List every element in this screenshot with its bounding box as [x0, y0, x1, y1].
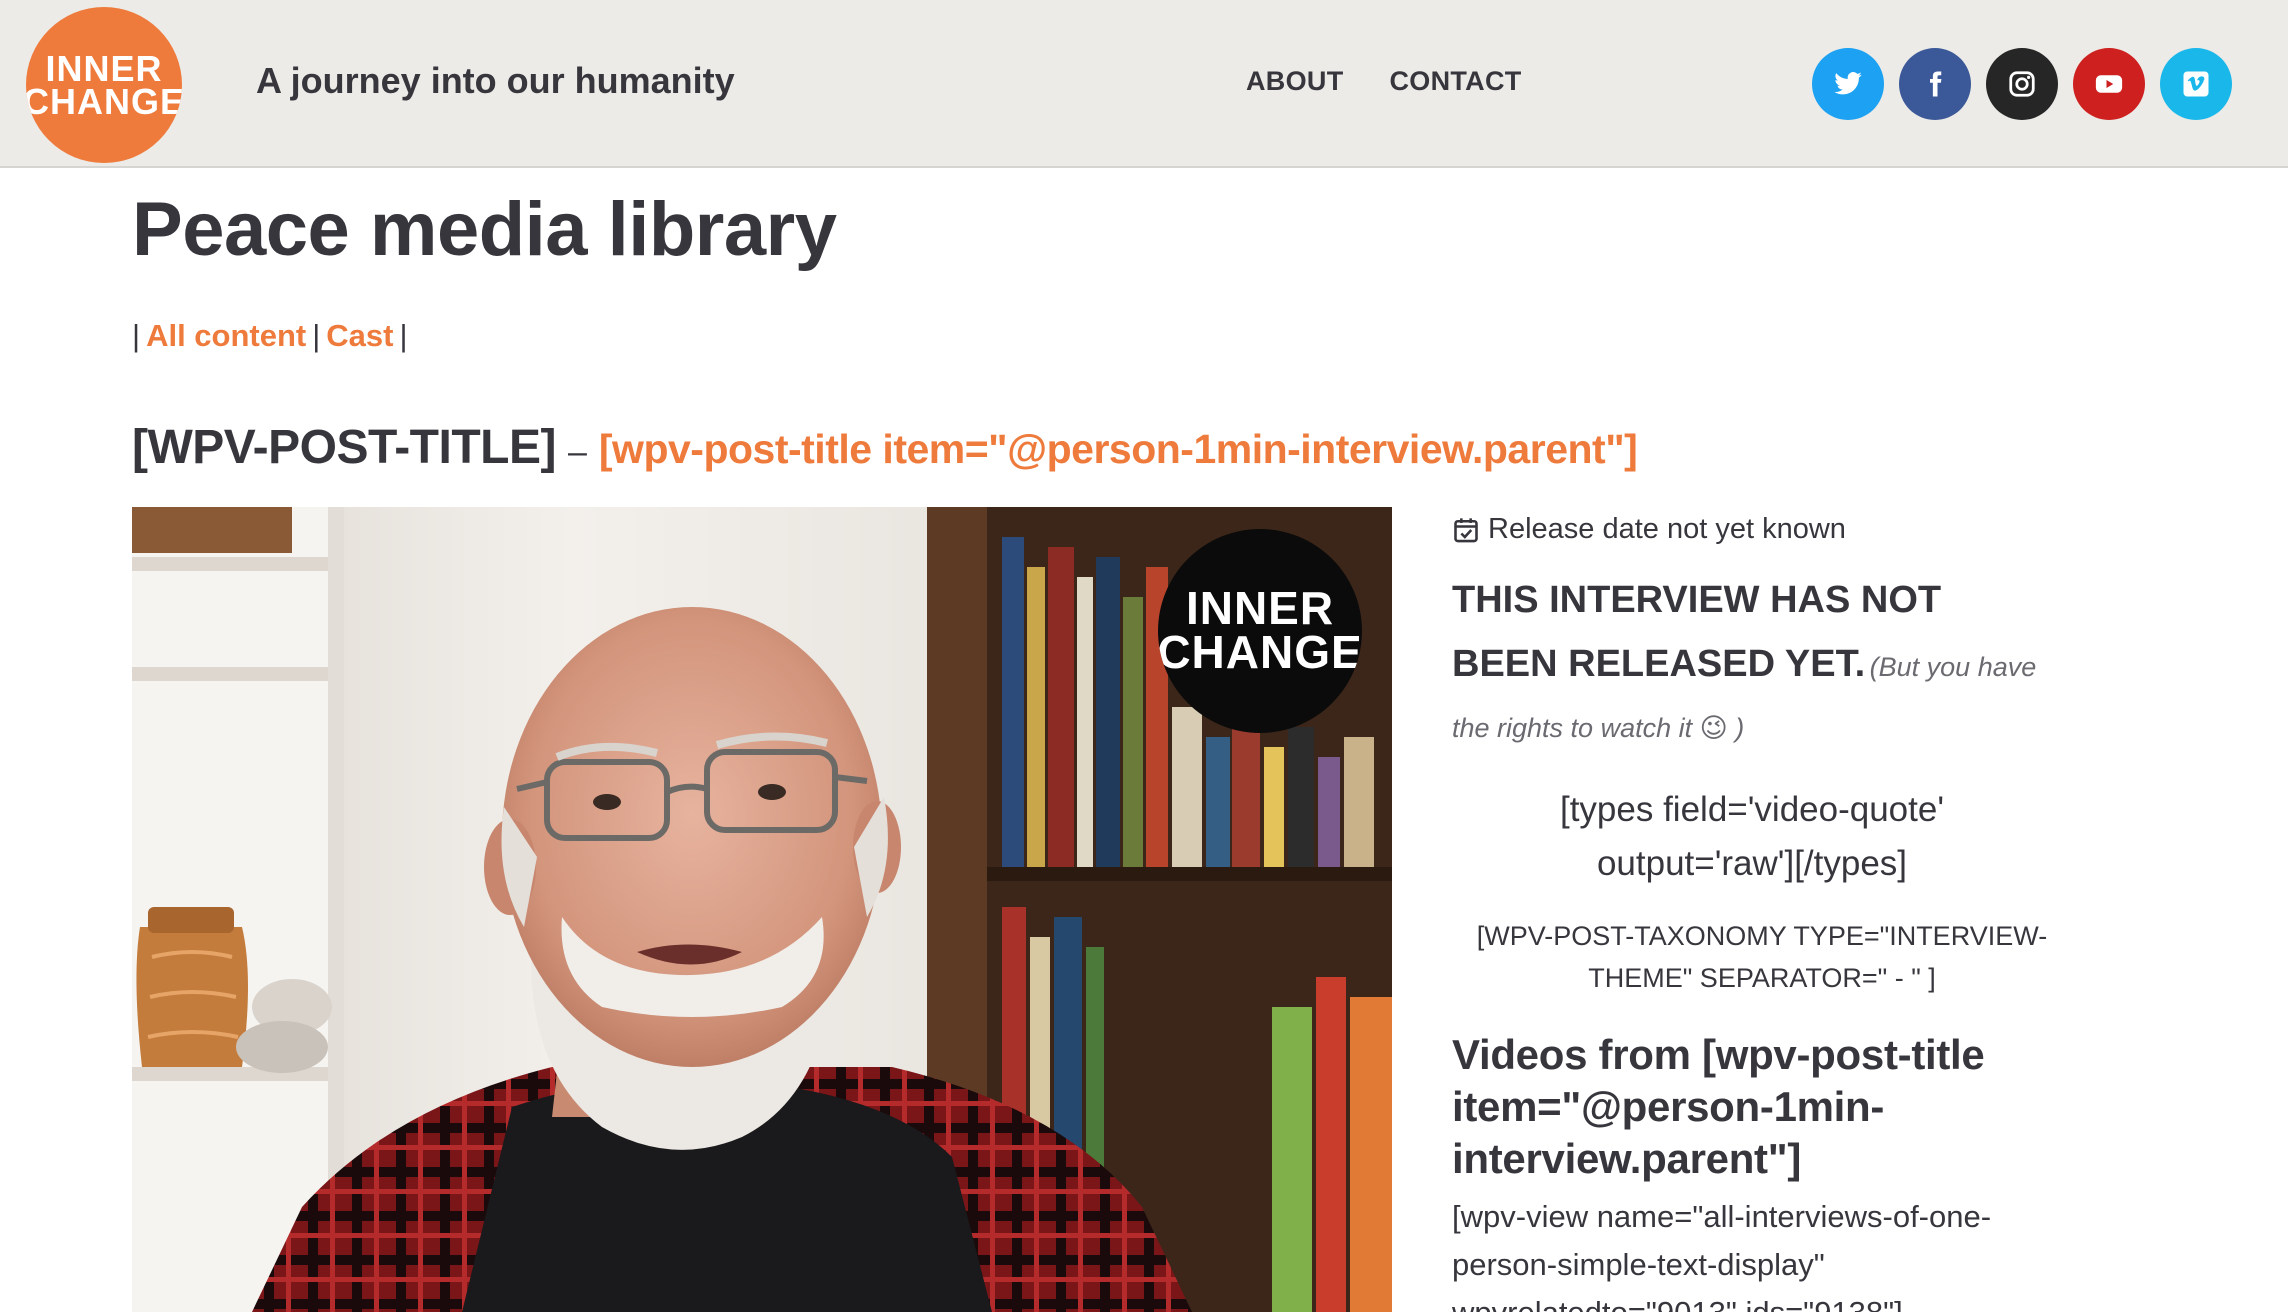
youtube-icon [2095, 75, 2123, 93]
cast-link[interactable]: Cast [326, 318, 393, 353]
interview-theme-taxonomy: [WPV-POST-TAXONOMY TYPE="INTERVIEW-THEME… [1476, 921, 2048, 993]
interview-sidebar: Release date not yet known THIS INTERVIE… [1452, 507, 2052, 1312]
site-tagline: A journey into our humanity [256, 60, 735, 101]
unreleased-notice-title: THIS INTERVIEW HAS NOT BEEN RELEASED YET… [1452, 579, 1942, 685]
release-date: Release date not yet known [1452, 513, 2052, 546]
twitter-icon [1834, 72, 1862, 95]
related-interviews-view: [wpv-view name="all-interviews-of-one-pe… [1452, 1199, 1992, 1312]
instagram-button[interactable] [1986, 48, 2058, 120]
nav-about-link[interactable]: ABOUT [1246, 66, 1344, 97]
site-logo[interactable]: INNER CHANGE [26, 7, 182, 163]
logo-line-2: CHANGE [26, 81, 182, 122]
vimeo-icon [2183, 71, 2209, 97]
page-title: Peace media library [132, 187, 837, 272]
post-title: [WPV-POST-TITLE] [132, 421, 556, 474]
facebook-icon [1930, 71, 1942, 97]
nav-contact-link[interactable]: CONTACT [1390, 66, 1522, 97]
vimeo-button[interactable] [2160, 48, 2232, 120]
watermark-line-1: INNER [1185, 582, 1335, 635]
interview-video[interactable]: INNER CHANGE [132, 507, 1392, 1312]
release-date-text: Release date not yet known [1488, 513, 1846, 545]
breadcrumb: | All content | Cast | [132, 318, 414, 354]
youtube-button[interactable] [2073, 48, 2145, 120]
post-heading: [WPV-POST-TITLE] – [wpv-post-title item="@… [132, 420, 1638, 475]
breadcrumb-separator: | [132, 318, 141, 353]
facebook-button[interactable] [1899, 48, 1971, 120]
person-parent-link[interactable]: [wpv-post-title item="@person-1min-inter… [599, 426, 1638, 472]
main-nav: ABOUT CONTACT [1246, 66, 1522, 97]
watermark-line-2: CHANGE [1158, 626, 1362, 678]
videos-from-heading: Videos from [wpv-post-title item="@perso… [1452, 1031, 1985, 1182]
calendar-check-icon [1454, 517, 1478, 542]
twitter-button[interactable] [1812, 48, 1884, 120]
video-watermark-logo: INNER CHANGE [1158, 529, 1362, 733]
breadcrumb-separator: | [312, 318, 321, 353]
site-header: INNER CHANGE A journey into our humanity… [0, 0, 2288, 168]
instagram-icon [2009, 71, 2035, 97]
unreleased-notice: THIS INTERVIEW HAS NOT BEEN RELEASED YET… [1452, 572, 2052, 761]
title-dash: – [567, 433, 587, 471]
all-content-link[interactable]: All content [146, 318, 306, 353]
video-quote: [types field='video-quote' output='raw']… [1559, 790, 1945, 883]
breadcrumb-separator: | [399, 318, 408, 353]
social-links [1812, 48, 2232, 120]
